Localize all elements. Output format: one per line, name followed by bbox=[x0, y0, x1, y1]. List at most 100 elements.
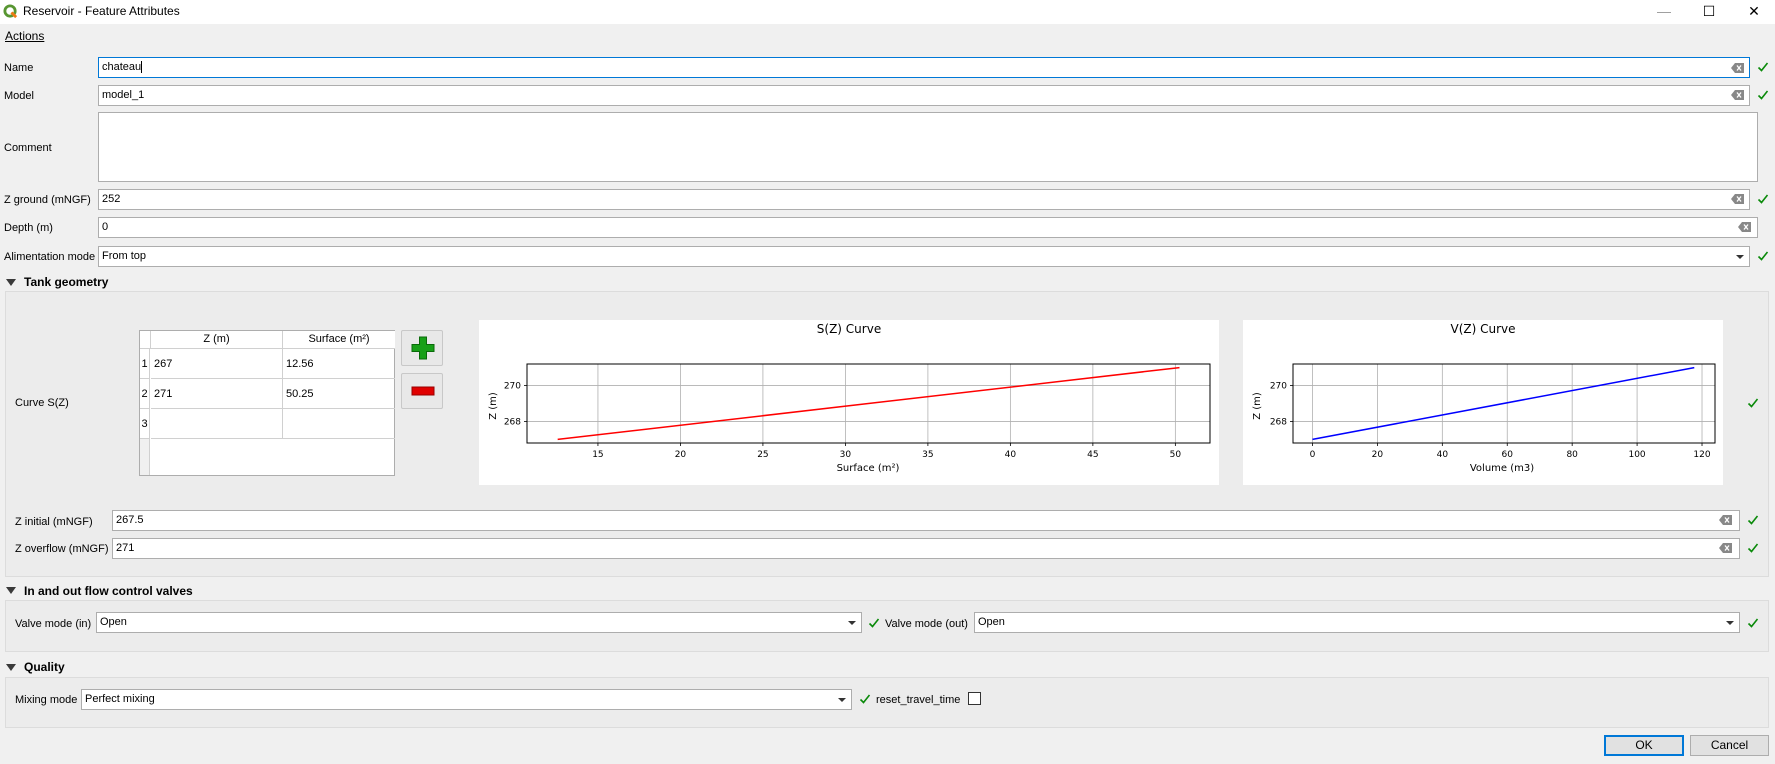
depth-label: Depth (m) bbox=[4, 222, 53, 234]
chevron-down-icon bbox=[848, 621, 856, 625]
y-tick-label: 268 bbox=[1270, 417, 1287, 427]
chart-title: V(Z) Curve bbox=[1450, 322, 1515, 336]
check-icon bbox=[868, 618, 880, 628]
check-icon bbox=[1747, 515, 1759, 525]
qgis-logo-icon bbox=[3, 4, 18, 19]
chevron-down-icon bbox=[838, 698, 846, 702]
maximize-button[interactable]: ☐ bbox=[1686, 0, 1732, 24]
valves-header[interactable]: In and out flow control valves bbox=[24, 584, 193, 598]
chevron-down-icon bbox=[1736, 255, 1744, 259]
window-title: Reservoir - Feature Attributes bbox=[23, 4, 180, 18]
x-tick-label: 20 bbox=[675, 450, 687, 460]
valve-out-select[interactable]: Open bbox=[974, 612, 1740, 633]
collapse-icon[interactable] bbox=[6, 587, 16, 594]
chart-ylabel: Z (m) bbox=[1252, 392, 1263, 420]
x-tick-label: 100 bbox=[1628, 450, 1645, 460]
reset-travel-time-checkbox[interactable] bbox=[968, 692, 981, 705]
curve-table[interactable]: Z (m) Surface (m²) 1 267 12.56 2 271 50.… bbox=[139, 330, 395, 476]
model-label: Model bbox=[4, 90, 34, 102]
row-number[interactable]: 2 bbox=[140, 379, 150, 409]
quality-header[interactable]: Quality bbox=[24, 660, 65, 674]
chart-xlabel: Surface (m²) bbox=[837, 463, 900, 474]
sz-curve-chart: S(Z) Curve Surface (m²) Z (m) 15 20 25 30 35… bbox=[479, 320, 1219, 485]
z-initial-input[interactable]: 267.5 bbox=[112, 510, 1740, 531]
clear-icon[interactable] bbox=[1719, 543, 1732, 553]
y-tick-label: 270 bbox=[504, 382, 521, 392]
name-input[interactable]: chateau bbox=[98, 57, 1750, 78]
vz-curve-chart: V(Z) Curve Volume (m3) Z (m) 0 20 40 60 80 10… bbox=[1243, 320, 1723, 485]
x-tick-label: 40 bbox=[1005, 450, 1017, 460]
depth-input[interactable]: 0 bbox=[98, 217, 1758, 238]
mixing-mode-select[interactable]: Perfect mixing bbox=[81, 689, 852, 710]
tank-geometry-header[interactable]: Tank geometry bbox=[24, 275, 108, 289]
chart-title: S(Z) Curve bbox=[817, 322, 881, 336]
table-cell[interactable]: 12.56 bbox=[283, 349, 395, 379]
ok-button[interactable]: OK bbox=[1604, 735, 1684, 756]
valve-in-select[interactable]: Open bbox=[96, 612, 862, 633]
table-cell[interactable] bbox=[283, 409, 395, 439]
check-icon bbox=[1747, 543, 1759, 553]
check-icon bbox=[1757, 62, 1769, 72]
row-number[interactable]: 3 bbox=[140, 409, 150, 439]
y-tick-label: 270 bbox=[1270, 382, 1287, 392]
x-tick-label: 80 bbox=[1566, 450, 1578, 460]
z-initial-label: Z initial (mNGF) bbox=[15, 516, 93, 528]
x-tick-label: 60 bbox=[1502, 450, 1514, 460]
check-icon bbox=[1747, 618, 1759, 628]
column-header[interactable]: Surface (m²) bbox=[283, 331, 395, 349]
column-header[interactable]: Z (m) bbox=[151, 331, 283, 349]
series-line bbox=[557, 366, 1180, 441]
title-bar: Reservoir - Feature Attributes — ☐ ✕ bbox=[0, 0, 1775, 24]
check-icon bbox=[1757, 251, 1769, 261]
chart-ylabel: Z (m) bbox=[488, 392, 499, 420]
check-icon bbox=[1757, 194, 1769, 204]
remove-row-button[interactable] bbox=[401, 373, 443, 409]
alimentation-mode-select[interactable]: From top bbox=[98, 246, 1750, 267]
table-cell[interactable] bbox=[151, 409, 283, 439]
x-tick-label: 120 bbox=[1693, 450, 1710, 460]
table-cell[interactable]: 271 bbox=[151, 379, 283, 409]
mixing-mode-label: Mixing mode bbox=[15, 694, 78, 706]
clear-icon[interactable] bbox=[1719, 515, 1732, 525]
x-tick-label: 0 bbox=[1310, 450, 1316, 460]
name-label: Name bbox=[4, 62, 34, 74]
check-icon bbox=[1747, 398, 1759, 408]
vz-curve-svg: V(Z) Curve Volume (m3) Z (m) 0 20 40 60 80 10… bbox=[1252, 322, 1716, 474]
model-input[interactable]: model_1 bbox=[98, 85, 1750, 106]
comment-label: Comment bbox=[4, 142, 52, 154]
x-tick-label: 45 bbox=[1087, 450, 1098, 460]
x-tick-label: 15 bbox=[592, 450, 603, 460]
y-tick-label: 268 bbox=[504, 417, 521, 427]
clear-icon[interactable] bbox=[1731, 90, 1744, 100]
clear-icon[interactable] bbox=[1738, 222, 1751, 232]
alimentation-mode-label: Alimentation mode bbox=[4, 251, 96, 263]
close-button[interactable]: ✕ bbox=[1731, 0, 1775, 24]
cancel-button[interactable]: Cancel bbox=[1690, 735, 1769, 756]
x-tick-label: 25 bbox=[757, 450, 768, 460]
z-ground-input[interactable]: 252 bbox=[98, 189, 1750, 210]
x-tick-label: 20 bbox=[1372, 450, 1384, 460]
minimize-button[interactable]: — bbox=[1641, 0, 1687, 24]
clear-icon[interactable] bbox=[1731, 63, 1744, 73]
minus-icon bbox=[411, 386, 435, 396]
table-cell[interactable]: 267 bbox=[151, 349, 283, 379]
comment-textarea[interactable] bbox=[98, 112, 1758, 182]
z-ground-label: Z ground (mNGF) bbox=[4, 194, 91, 206]
collapse-icon[interactable] bbox=[6, 279, 16, 286]
x-tick-label: 50 bbox=[1170, 450, 1182, 460]
menu-actions[interactable]: Actions bbox=[5, 29, 44, 43]
table-cell[interactable]: 50.25 bbox=[283, 379, 395, 409]
z-overflow-input[interactable]: 271 bbox=[112, 538, 1740, 559]
check-icon bbox=[859, 694, 871, 704]
collapse-icon[interactable] bbox=[6, 664, 16, 671]
plus-icon bbox=[411, 336, 435, 360]
chart-xlabel: Volume (m3) bbox=[1470, 463, 1534, 474]
clear-icon[interactable] bbox=[1731, 194, 1744, 204]
add-row-button[interactable] bbox=[401, 330, 443, 366]
row-number[interactable]: 1 bbox=[140, 349, 150, 379]
curve-sz-label: Curve S(Z) bbox=[15, 397, 69, 409]
reset-travel-time-label: reset_travel_time bbox=[876, 694, 961, 706]
sz-curve-svg: S(Z) Curve Surface (m²) Z (m) 15 20 25 30 35… bbox=[488, 322, 1211, 474]
chevron-down-icon bbox=[1726, 621, 1734, 625]
x-tick-label: 35 bbox=[922, 450, 933, 460]
